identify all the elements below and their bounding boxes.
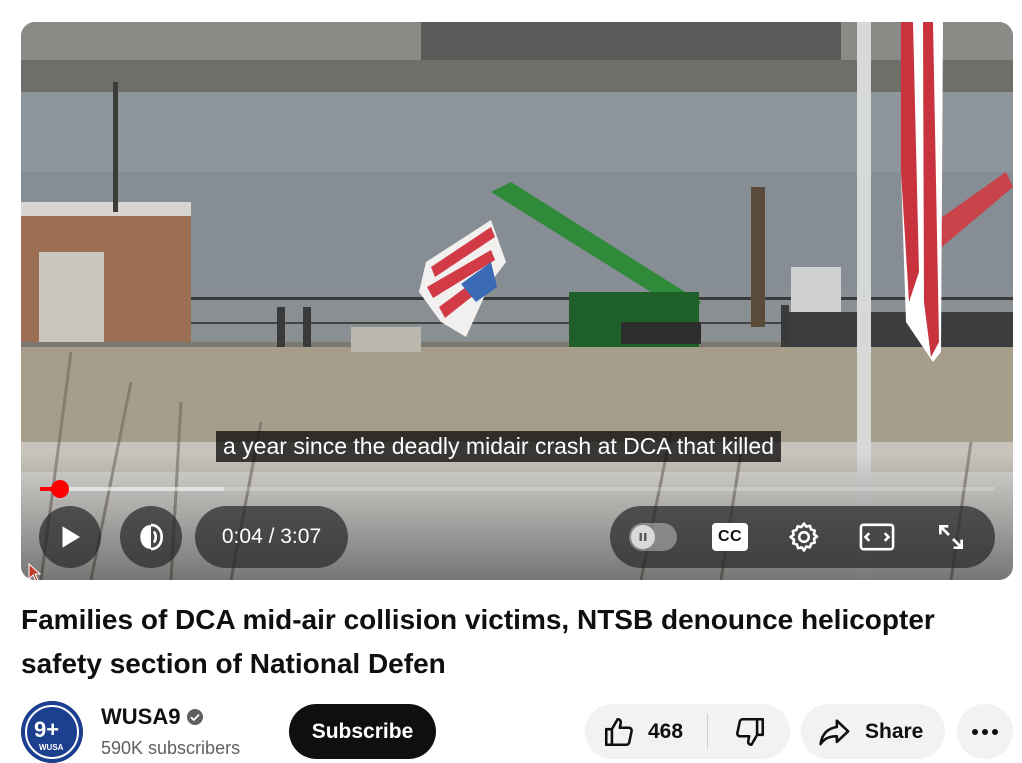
avatar-logo-subtext: WUSA — [39, 743, 64, 752]
channel-name[interactable]: WUSA9 — [101, 704, 180, 730]
mouse-cursor-icon — [28, 563, 42, 580]
like-dislike-group: 468 — [585, 704, 790, 759]
subscriber-count: 590K subscribers — [101, 738, 241, 758]
verified-check-icon — [187, 709, 204, 725]
thumbs-down-icon — [736, 717, 765, 746]
video-title: Families of DCA mid-air collision victim… — [21, 604, 935, 679]
more-actions-button[interactable] — [957, 704, 1013, 759]
like-divider — [707, 714, 708, 749]
like-button[interactable]: 468 — [585, 704, 705, 759]
progress-scrubber-handle[interactable] — [51, 480, 70, 498]
avatar-logo-text: 9+ — [34, 717, 59, 742]
dislike-button[interactable] — [710, 704, 790, 759]
channel-avatar[interactable]: 9+ WUSA — [21, 701, 83, 763]
gear-icon — [789, 522, 819, 552]
share-button[interactable]: Share — [801, 704, 945, 759]
thumbs-up-icon — [604, 717, 633, 746]
theater-mode-button[interactable] — [856, 506, 898, 568]
play-icon — [62, 526, 80, 548]
share-label: Share — [865, 719, 924, 743]
autoplay-toggle[interactable] — [628, 506, 678, 568]
video-caption: a year since the deadly midair crash at … — [216, 431, 781, 462]
wusa9-logo-icon: 9+ WUSA — [21, 701, 83, 763]
video-frame — [21, 22, 1013, 580]
subscribe-button[interactable]: Subscribe — [289, 704, 436, 759]
time-display: 0:04 / 3:07 — [195, 506, 348, 568]
settings-button[interactable] — [782, 506, 826, 568]
captions-button[interactable]: CC — [710, 506, 750, 568]
volume-icon — [140, 523, 164, 551]
theater-mode-icon — [859, 523, 895, 551]
pause-toggle-icon — [631, 525, 655, 549]
fullscreen-icon — [939, 525, 963, 549]
video-player[interactable]: a year since the deadly midair crash at … — [21, 22, 1013, 580]
fullscreen-button[interactable] — [930, 506, 972, 568]
channel-name-row[interactable]: WUSA9 — [101, 704, 204, 730]
play-button[interactable] — [39, 506, 101, 568]
player-right-controls: CC — [610, 506, 995, 568]
more-horizontal-icon — [972, 728, 998, 735]
autoplay-track — [629, 523, 677, 551]
like-count: 468 — [648, 719, 684, 743]
progress-bar[interactable] — [40, 480, 995, 498]
cc-icon: CC — [712, 523, 748, 551]
share-icon — [819, 718, 850, 745]
volume-button[interactable] — [120, 506, 182, 568]
